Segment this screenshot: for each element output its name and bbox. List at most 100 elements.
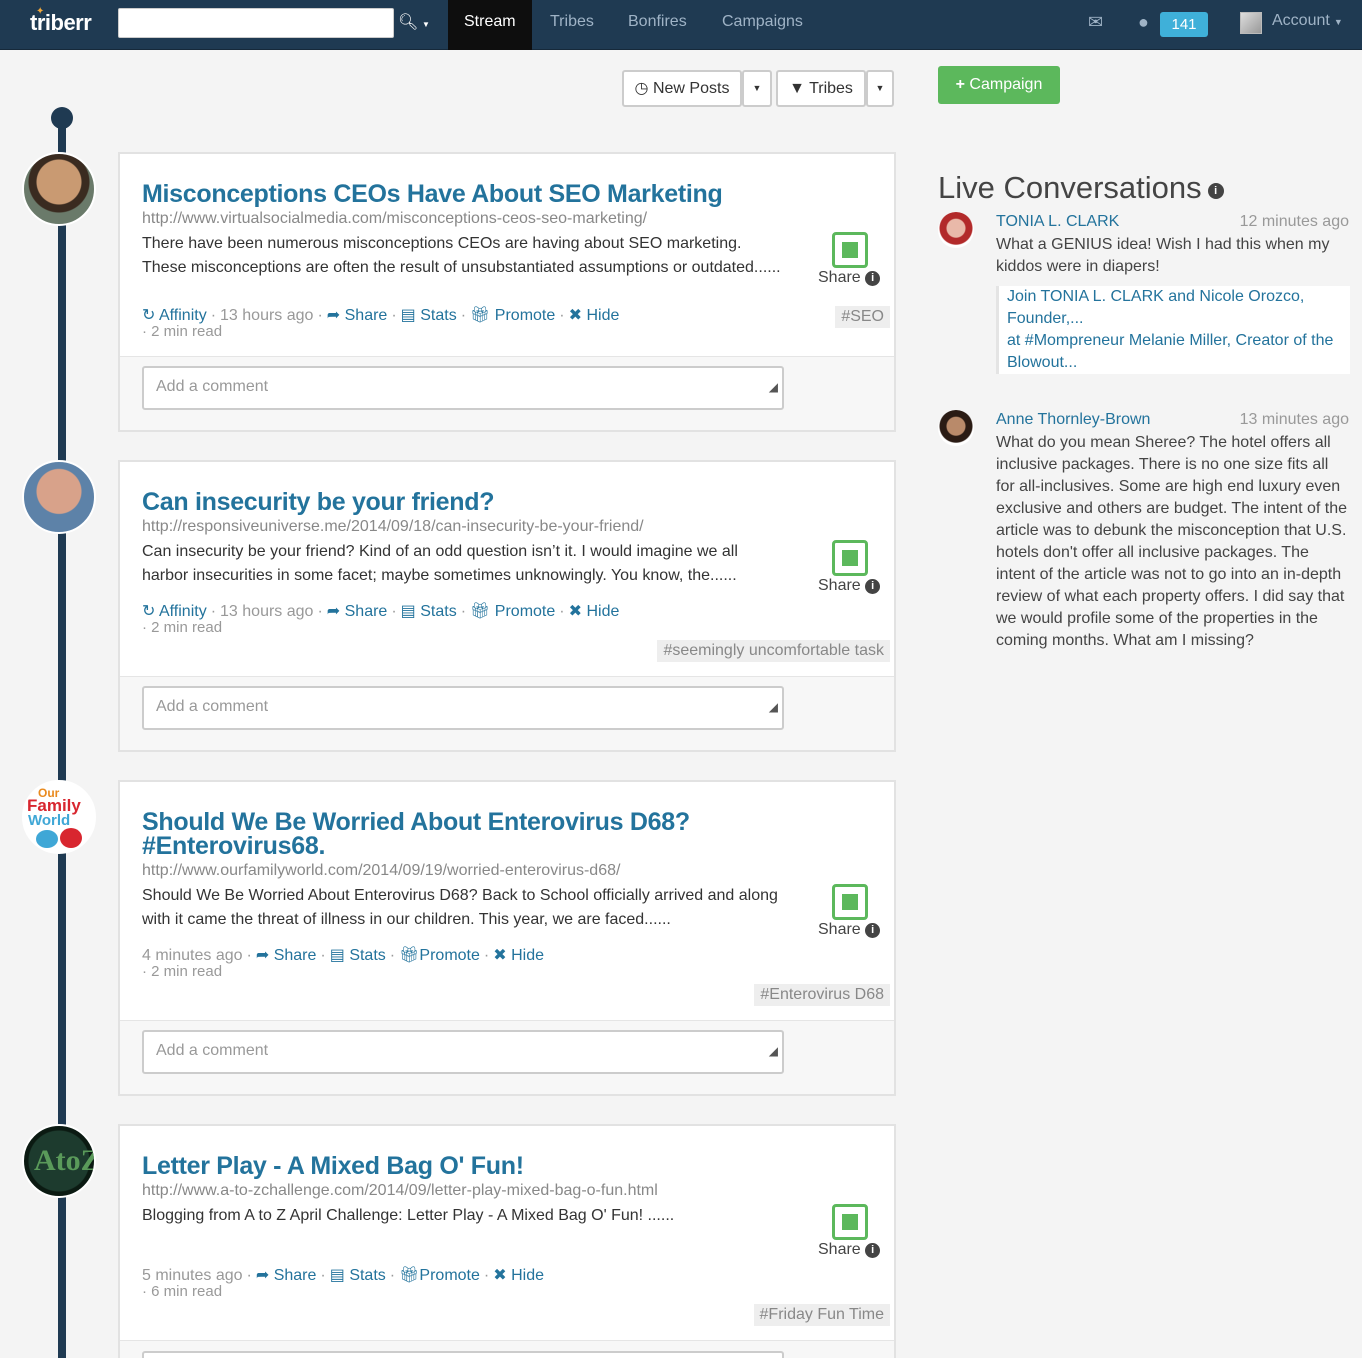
avatar[interactable] [22,460,96,534]
share-link[interactable]: ➦ Share [256,1267,317,1284]
plus-icon: + [955,76,965,93]
comment-input[interactable]: Add a comment ◢ [142,1030,784,1074]
chevron-down-icon: ▼ [422,20,430,29]
post-meta: 4 minutes ago · ➦ Share · ▤ Stats · 🎁︎Promote ·… [142,947,544,964]
resize-handle-icon[interactable]: ◢ [769,688,778,726]
avatar[interactable]: Our Family World [22,780,96,854]
info-icon[interactable]: i [865,579,881,594]
close-icon: ✖ [493,1267,507,1284]
share-icon: ➦ [255,1267,270,1284]
conversation-time: 12 minutes ago [1239,213,1349,230]
hide-link[interactable]: ✖ Hide [493,947,544,964]
account-menu[interactable]: Account ▼ [1272,12,1343,30]
post-tag[interactable]: #seemingly uncomfortable task [657,640,890,662]
conversation-author[interactable]: Anne Thornley-Brown [996,411,1150,429]
new-posts-button[interactable]: ◷ New Posts [622,70,742,107]
chevron-down-icon: ▼ [875,83,885,93]
post-title[interactable]: Can insecurity be your friend? [142,490,742,515]
post-meta: ↻ Affinity · 13 hours ago · ➦ Share · ▤ Stats ·… [142,603,620,620]
bar-chart-icon: ▤ [329,947,345,964]
add-campaign-button[interactable]: + Campaign [938,66,1060,104]
post-title[interactable]: Should We Be Worried About Enterovirus D… [142,810,742,859]
tribes-filter-button[interactable]: ▼ Tribes [776,70,866,107]
hide-link[interactable]: ✖ Hide [569,307,620,324]
tab-tribes[interactable]: Tribes [534,0,610,50]
avatar[interactable] [938,212,974,248]
share-link[interactable]: ➦ Share [256,947,317,964]
bar-chart-icon: ▤ [329,1267,345,1284]
conversation-time: 13 minutes ago [1239,411,1349,428]
post-title[interactable]: Letter Play - A Mixed Bag O' Fun! [142,1154,742,1179]
share-checkbox[interactable] [832,884,868,920]
read-time: · 2 min read [142,619,223,636]
share-label: Share i [818,921,881,939]
conversation-text: What a GENIUS idea! Wish I had this when… [996,236,1330,275]
comment-input[interactable]: Add a comment ◢ [142,686,784,730]
avatar[interactable] [22,152,96,226]
post-tag[interactable]: #SEO [835,306,890,328]
comment-input[interactable] [142,1351,784,1358]
hide-link[interactable]: ✖ Hide [569,603,620,620]
post-title[interactable]: Misconceptions CEOs Have About SEO Marke… [142,182,742,207]
hide-link[interactable]: ✖ Hide [493,1267,544,1284]
conversation-quote-link[interactable]: Join TONIA L. CLARK and Nicole Orozco, F… [996,286,1350,374]
search-button[interactable]: 🔍︎ ▼ [398,12,432,36]
share-checkbox[interactable] [832,1204,868,1240]
tab-campaigns[interactable]: Campaigns [706,0,819,50]
close-icon: ✖ [568,603,582,620]
notification-badge[interactable]: 141 [1160,12,1208,37]
new-posts-dropdown[interactable]: ▼ [742,70,772,107]
tab-stream[interactable]: Stream [448,0,532,50]
share-icon: ➦ [255,947,270,964]
info-icon[interactable]: i [865,1243,881,1258]
tribes-dropdown[interactable]: ▼ [866,70,894,107]
post-url[interactable]: http://www.a-to-zchallenge.com/2014/09/l… [142,1182,658,1200]
post-description: There have been numerous misconceptions … [142,235,781,276]
stats-link[interactable]: ▤ Stats [401,603,457,620]
conversation-author[interactable]: TONIA L. CLARK [996,213,1119,231]
stats-link[interactable]: ▤ Stats [330,1267,386,1284]
stats-link[interactable]: ▤ Stats [330,947,386,964]
chevron-down-icon: ▼ [1333,17,1343,27]
comment-input[interactable]: Add a comment ◢ [142,366,784,410]
post-tag[interactable]: #Enterovirus D68 [754,984,890,1006]
share-link[interactable]: ➦ Share [327,307,388,324]
post-time: 13 hours ago [220,307,314,324]
promote-link[interactable]: 🎁︎ Promote [470,307,555,324]
avatar[interactable] [938,410,974,446]
info-icon[interactable]: i [1207,183,1224,199]
globe-icon[interactable]: ● [1138,12,1149,33]
triberr-logo[interactable]: ✦ triberr [30,6,92,36]
gift-icon: 🎁︎ [470,603,491,620]
promote-link[interactable]: 🎁︎Promote [399,1267,480,1284]
post-url[interactable]: http://www.virtualsocialmedia.com/miscon… [142,210,647,228]
share-link[interactable]: ➦ Share [327,603,388,620]
account-avatar[interactable] [1240,12,1262,34]
post-description: Can insecurity be your friend? Kind of a… [142,543,738,584]
share-checkbox[interactable] [832,232,868,268]
share-icon: ➦ [326,603,341,620]
post-url[interactable]: http://www.ourfamilyworld.com/2014/09/19… [142,862,620,880]
post-card: Can insecurity be your friend? http://re… [118,460,896,752]
timeline-start-dot [51,107,73,129]
share-checkbox[interactable] [832,540,868,576]
resize-handle-icon[interactable]: ◢ [769,368,778,406]
promote-link[interactable]: 🎁︎Promote [399,947,480,964]
post-url[interactable]: http://responsiveuniverse.me/2014/09/18/… [142,518,644,536]
close-icon: ✖ [568,307,582,324]
info-icon[interactable]: i [865,271,881,286]
stats-link[interactable]: ▤ Stats [401,307,457,324]
share-label: Share i [818,1241,881,1259]
post-meta: 5 minutes ago · ➦ Share · ▤ Stats · 🎁︎Promote ·… [142,1267,544,1284]
mail-icon[interactable]: ✉ [1088,12,1103,33]
post-tag[interactable]: #Friday Fun Time [753,1304,890,1326]
search-input[interactable] [118,8,394,38]
affinity-link[interactable]: ↻ Affinity [142,307,207,324]
promote-link[interactable]: 🎁︎ Promote [470,603,555,620]
read-time: · 6 min read [142,1283,223,1300]
resize-handle-icon[interactable]: ◢ [769,1032,778,1070]
avatar[interactable]: AtoZ [22,1124,96,1198]
affinity-link[interactable]: ↻ Affinity [142,603,207,620]
tab-bonfires[interactable]: Bonfires [612,0,703,50]
info-icon[interactable]: i [865,923,881,938]
